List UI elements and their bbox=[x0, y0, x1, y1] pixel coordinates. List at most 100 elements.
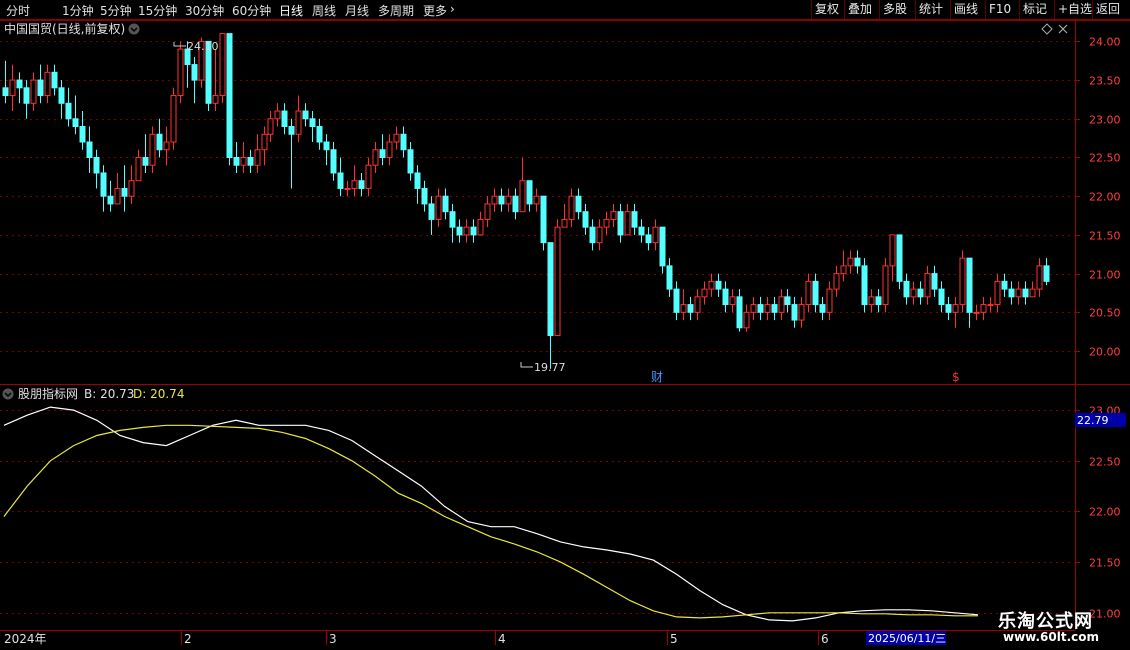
candle-body-down bbox=[337, 172, 344, 189]
candle-body-down bbox=[645, 234, 652, 244]
candle-body-down bbox=[86, 141, 93, 158]
x-label-year: 2024年 bbox=[4, 632, 47, 646]
candle-body-up bbox=[372, 149, 379, 166]
candles bbox=[2, 33, 1050, 369]
candle-body-up bbox=[128, 180, 135, 197]
candle-body-down bbox=[638, 226, 645, 236]
candle-body-up bbox=[701, 288, 708, 298]
y-tick-label: 21.00 bbox=[1089, 608, 1121, 621]
candle-body-up bbox=[365, 164, 372, 189]
indicator-line-d bbox=[3, 424, 978, 619]
candle-body-up bbox=[240, 156, 247, 166]
candle-body-down bbox=[442, 195, 449, 213]
candle-body-down bbox=[142, 156, 149, 166]
candle-body-down bbox=[819, 304, 826, 313]
candle-body-up bbox=[882, 265, 889, 306]
candle-body-up bbox=[295, 110, 302, 135]
candle-body-down bbox=[107, 195, 114, 205]
candle-body-down bbox=[93, 156, 100, 174]
y-tick-label: 24.00 bbox=[1089, 36, 1121, 49]
chevron-down-icon[interactable] bbox=[128, 23, 140, 35]
candle-body-down bbox=[540, 195, 547, 244]
candle-body-up bbox=[1036, 265, 1043, 290]
indicator-d-value: D: 20.74 bbox=[133, 387, 184, 401]
y-tick-label: 21.00 bbox=[1089, 269, 1121, 282]
candle-body-down bbox=[72, 118, 79, 128]
candle-body-down bbox=[791, 304, 798, 321]
candle-body-down bbox=[861, 265, 868, 306]
candle-body-up bbox=[9, 79, 16, 97]
candle-body-up bbox=[1015, 288, 1022, 298]
candle-body-up bbox=[561, 218, 568, 228]
candle-body-down bbox=[470, 226, 477, 236]
candle-body-down bbox=[309, 118, 316, 128]
candle-body-up bbox=[694, 296, 701, 313]
candle-body-down bbox=[407, 149, 414, 174]
candle-body-down bbox=[288, 126, 295, 135]
y-tick-label: 23.00 bbox=[1089, 114, 1121, 127]
x-label-month: 6 bbox=[821, 632, 829, 646]
candle-body-up bbox=[212, 95, 219, 104]
candle-body-down bbox=[51, 71, 58, 89]
candle-body-up bbox=[386, 141, 393, 158]
candle-body-down bbox=[812, 280, 819, 306]
diamond-icon[interactable] bbox=[1041, 23, 1053, 35]
candle-body-up bbox=[987, 304, 994, 307]
candle-body-up bbox=[743, 311, 750, 329]
candle-body-up bbox=[393, 133, 400, 143]
candle-body-up bbox=[680, 304, 687, 313]
candle-body-down bbox=[23, 87, 30, 104]
main-y-ticks: 24.00 23.50 23.00 22.50 22.00 21.50 21.00 20.50… bbox=[1075, 36, 1121, 359]
candle-body-down bbox=[673, 288, 680, 313]
candle-body-down bbox=[79, 126, 86, 143]
candle-body-down bbox=[722, 288, 729, 306]
candle-body-up bbox=[910, 288, 917, 298]
candle-body-down bbox=[1001, 280, 1008, 290]
candle-body-up bbox=[505, 195, 512, 205]
low-label: 19.77 bbox=[534, 361, 566, 374]
candle-body-down bbox=[281, 110, 288, 128]
indicator-line-b bbox=[3, 406, 979, 622]
candle-body-down bbox=[903, 280, 910, 298]
x-label-month: 4 bbox=[498, 632, 506, 646]
candle-body-up bbox=[519, 180, 526, 213]
candle-body-up bbox=[261, 133, 268, 151]
kline-chart[interactable]: 24.00 23.50 23.00 22.50 22.00 21.50 21.00 20.50… bbox=[0, 0, 1130, 650]
candle-body-down bbox=[896, 234, 903, 282]
y-tick-label: 21.50 bbox=[1089, 557, 1121, 570]
chevron-down-icon[interactable] bbox=[2, 388, 14, 400]
candle-body-down bbox=[456, 226, 463, 236]
candle-body-up bbox=[135, 156, 142, 182]
candle-body-up bbox=[729, 296, 736, 306]
indicator-lines bbox=[3, 406, 979, 622]
candle-body-up bbox=[484, 203, 491, 220]
candle-body-down bbox=[379, 149, 386, 158]
candle-body-up bbox=[868, 296, 875, 306]
candle-body-up bbox=[435, 195, 442, 220]
candle-body-down bbox=[449, 211, 456, 228]
candle-body-up bbox=[840, 265, 847, 275]
candle-body-up bbox=[980, 304, 987, 313]
candle-body-down bbox=[666, 265, 673, 290]
candle-body-down bbox=[854, 257, 861, 267]
candle-body-down bbox=[687, 304, 694, 313]
candle-body-up bbox=[610, 211, 617, 220]
candle-body-up bbox=[889, 234, 896, 267]
candle-body-up bbox=[959, 257, 966, 306]
candle-body-up bbox=[177, 48, 184, 97]
candle-body-down bbox=[323, 141, 330, 151]
candle-body-up bbox=[533, 195, 540, 205]
y-tick-label: 20.50 bbox=[1089, 307, 1121, 320]
candle-body-up bbox=[750, 304, 757, 313]
close-icon[interactable] bbox=[1058, 24, 1068, 34]
y-tick-label: 22.00 bbox=[1089, 191, 1121, 204]
candle-body-down bbox=[330, 149, 337, 174]
finance-marker[interactable]: 财 bbox=[651, 370, 663, 384]
candle-body-up bbox=[778, 296, 785, 313]
candle-body-up bbox=[952, 304, 959, 313]
candle-body-down bbox=[736, 296, 743, 329]
candle-body-down bbox=[875, 296, 882, 306]
candle-body-down bbox=[191, 64, 198, 81]
watermark-url: www.60lt.com bbox=[1003, 630, 1100, 644]
dividend-marker[interactable]: $ bbox=[952, 370, 960, 384]
